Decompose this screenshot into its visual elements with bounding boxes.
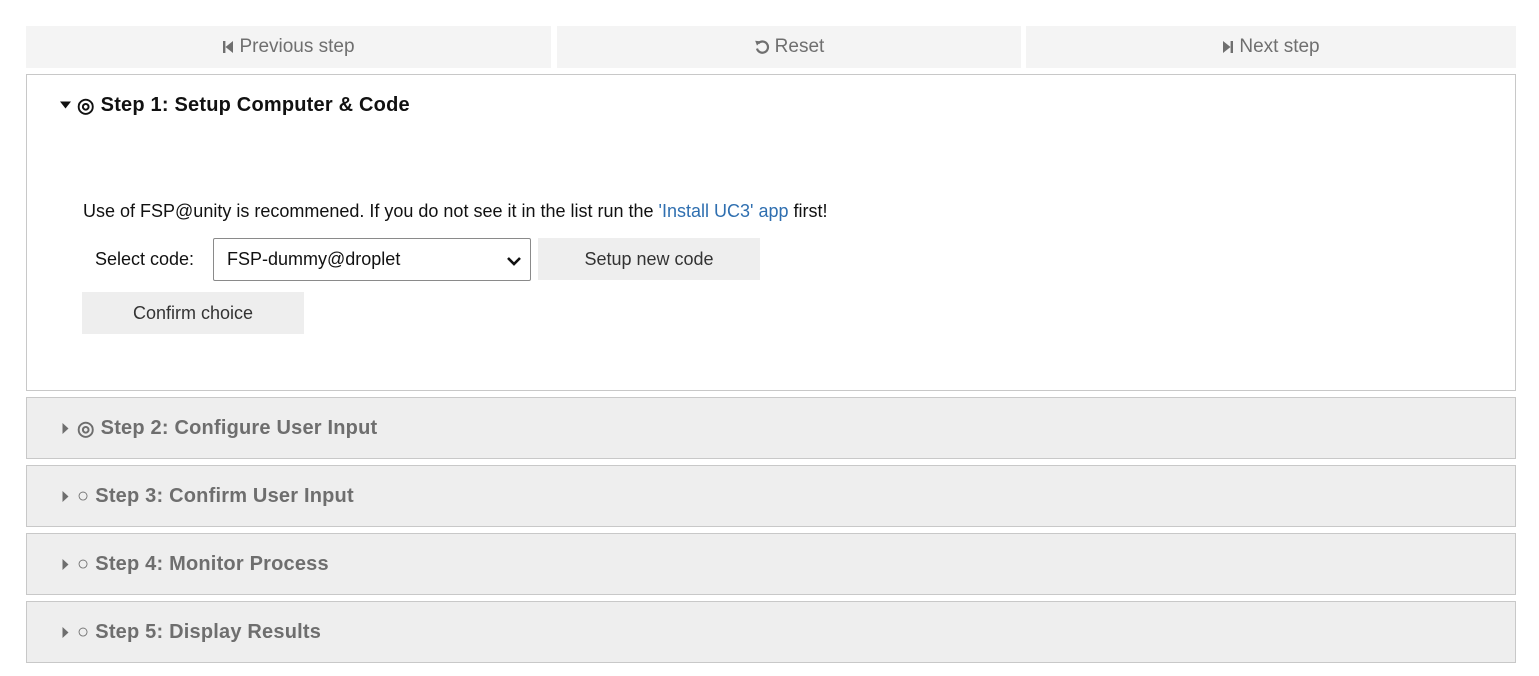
step-2-header[interactable]: ◎ Step 2: Configure User Input (59, 398, 377, 458)
step-2-panel: ◎ Step 2: Configure User Input (26, 397, 1516, 459)
step-5-status-marker: ○ (77, 620, 90, 643)
step-5-header[interactable]: ○ Step 5: Display Results (59, 602, 321, 662)
next-step-label: Next step (1239, 36, 1320, 57)
select-code-label: Select code: (95, 249, 195, 269)
step-1-status-marker: ◎ (77, 94, 95, 117)
caret-right-icon (59, 490, 71, 502)
step-2-title: Step 2: Configure User Input (100, 416, 378, 439)
app-root: Previous step Reset Next step ◎ Step 1: … (0, 0, 1539, 676)
step-2-status-marker: ◎ (77, 417, 95, 440)
step-1-header[interactable]: ◎ Step 1: Setup Computer & Code (59, 75, 410, 135)
step-4-title: Step 4: Monitor Process (95, 552, 329, 575)
chevron-down-icon (506, 252, 522, 273)
step-1-panel: ◎ Step 1: Setup Computer & Code Use of F… (26, 74, 1516, 391)
step-forward-icon (1222, 39, 1234, 55)
next-step-button[interactable]: Next step (1026, 26, 1516, 68)
step-4-panel: ○ Step 4: Monitor Process (26, 533, 1516, 595)
undo-icon (754, 39, 770, 55)
install-uc3-link[interactable]: 'Install UC3' app (659, 201, 789, 221)
step-3-title: Step 3: Confirm User Input (95, 484, 354, 507)
step-5-panel: ○ Step 5: Display Results (26, 601, 1516, 663)
step-1-title: Step 1: Setup Computer & Code (100, 93, 410, 116)
confirm-choice-button[interactable]: Confirm choice (82, 292, 304, 334)
step-3-status-marker: ○ (77, 484, 90, 507)
intro-text-after: first! (788, 201, 828, 221)
previous-step-button[interactable]: Previous step (26, 26, 551, 68)
step-5-title: Step 5: Display Results (95, 620, 322, 643)
caret-right-icon (59, 626, 71, 638)
step-navigation-bar: Previous step Reset Next step (26, 26, 1516, 68)
step-4-status-marker: ○ (77, 552, 90, 575)
step-3-header[interactable]: ○ Step 3: Confirm User Input (59, 466, 354, 526)
step-1-intro-text: Use of FSP@unity is recommened. If you d… (83, 201, 827, 222)
code-select-dropdown[interactable]: FSP-dummy@droplet (213, 238, 531, 281)
step-4-header[interactable]: ○ Step 4: Monitor Process (59, 534, 329, 594)
code-select-value: FSP-dummy@droplet (227, 249, 401, 269)
intro-text-before: Use of FSP@unity is recommened. If you d… (83, 201, 659, 221)
step-backward-icon (222, 39, 234, 55)
reset-button[interactable]: Reset (557, 26, 1021, 68)
code-select-row: Select code: FSP-dummy@droplet (95, 238, 531, 281)
caret-down-icon (59, 101, 71, 109)
setup-new-code-button[interactable]: Setup new code (538, 238, 760, 280)
caret-right-icon (59, 422, 71, 434)
previous-step-label: Previous step (239, 36, 355, 57)
step-3-panel: ○ Step 3: Confirm User Input (26, 465, 1516, 527)
reset-label: Reset (774, 36, 825, 57)
caret-right-icon (59, 558, 71, 570)
